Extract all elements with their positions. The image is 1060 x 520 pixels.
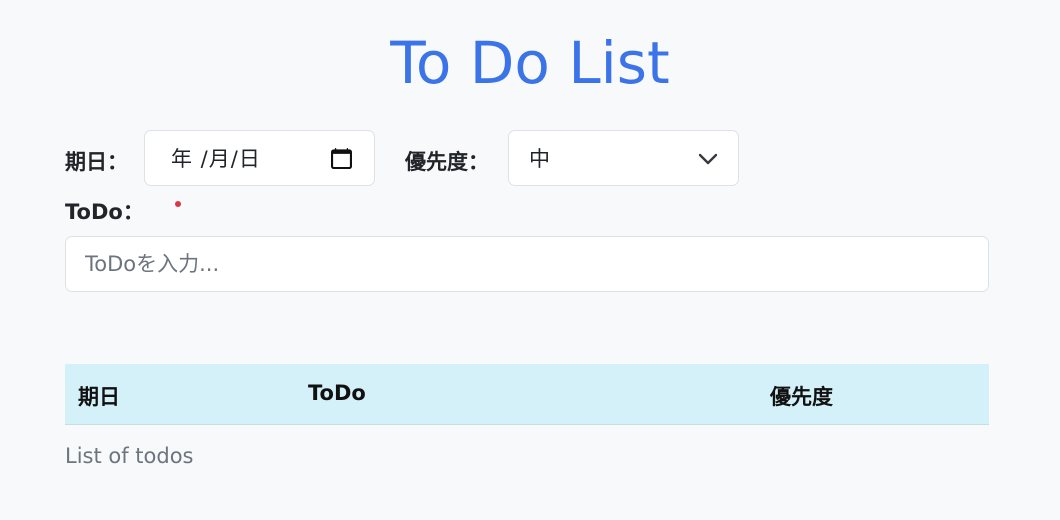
table-header: 期日 ToDo 優先度 [65, 364, 989, 425]
required-indicator [175, 201, 181, 207]
priority-select[interactable]: 中 [508, 130, 739, 186]
column-header-priority[interactable]: 優先度 [770, 381, 833, 411]
chevron-down-icon [698, 153, 718, 165]
todo-input[interactable] [65, 236, 989, 292]
date-label: 期日： [65, 150, 128, 174]
priority-select-value: 中 [529, 147, 550, 171]
priority-label: 優先度： [405, 150, 489, 174]
calendar-icon[interactable] [331, 148, 352, 169]
date-input[interactable]: 年 /月/日 [144, 130, 375, 186]
column-header-date[interactable]: 期日 [78, 381, 120, 411]
table-caption: List of todos [65, 444, 194, 468]
todo-label: ToDo： [65, 200, 144, 224]
page-title: To Do List [390, 29, 670, 97]
date-input-value: 年 /月/日 [171, 147, 261, 171]
column-header-todo[interactable]: ToDo [308, 381, 366, 405]
